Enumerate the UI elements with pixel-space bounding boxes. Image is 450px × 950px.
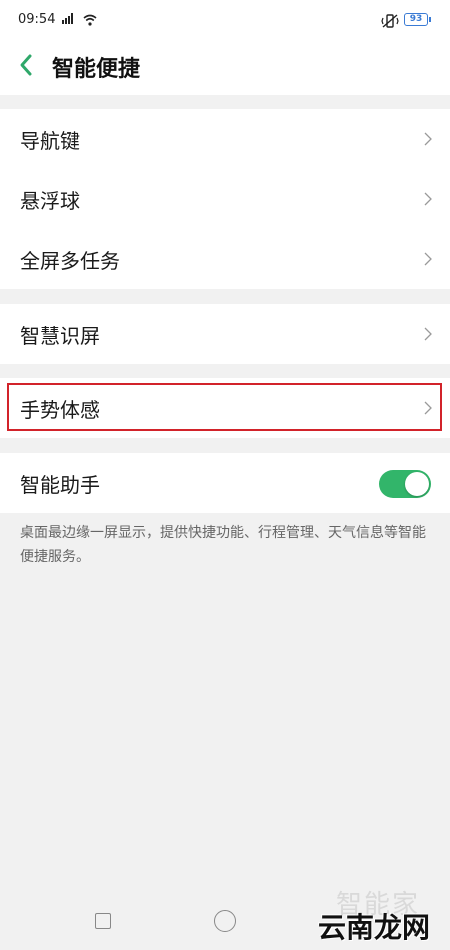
list-item-label: 全屏多任务: [20, 249, 120, 273]
app-header: 智能便捷: [0, 38, 450, 95]
list-item-gestures-motion[interactable]: 手势体感: [0, 378, 450, 438]
list-item-fullscreen-multitask[interactable]: 全屏多任务: [0, 229, 450, 289]
list-item-label: 悬浮球: [20, 189, 80, 213]
settings-group-gestures: 手势体感: [0, 378, 450, 438]
battery-icon: 93: [404, 13, 431, 26]
vibrate-icon: [381, 14, 399, 28]
settings-group-screen-recognition: 智慧识屏: [0, 304, 450, 364]
square-icon[interactable]: [95, 913, 111, 929]
list-item-label: 智慧识屏: [20, 324, 100, 348]
list-item-label: 手势体感: [20, 398, 100, 422]
list-item-floating-ball[interactable]: 悬浮球: [0, 169, 450, 229]
circle-icon[interactable]: [214, 910, 236, 932]
status-bar: 09:54 93: [0, 0, 450, 38]
smart-assistant-toggle[interactable]: [379, 470, 431, 498]
chevron-right-icon: [424, 401, 432, 415]
settings-group-navigation: 导航键 悬浮球 全屏多任务: [0, 109, 450, 289]
chevron-right-icon: [424, 192, 432, 206]
status-time: 09:54: [18, 12, 56, 27]
smart-assistant-description: 桌面最边缘一屏显示，提供快捷功能、行程管理、天气信息等智能便捷服务。: [20, 525, 426, 565]
list-item-smart-screen-recognition[interactable]: 智慧识屏: [0, 304, 450, 364]
chevron-right-icon: [424, 327, 432, 341]
toggle-knob: [405, 472, 429, 496]
list-item-label: 导航键: [20, 129, 80, 153]
chevron-right-icon: [424, 252, 432, 266]
list-item-navigation-keys[interactable]: 导航键: [0, 109, 450, 169]
wifi-icon: [83, 14, 97, 26]
signal-icon: [62, 13, 80, 27]
list-item-label: 智能助手: [20, 473, 100, 497]
chevron-right-icon: [424, 132, 432, 146]
watermark-main: 云南龙网: [318, 911, 431, 944]
page-title: 智能便捷: [52, 57, 141, 82]
chevron-left-icon[interactable]: [18, 53, 34, 77]
